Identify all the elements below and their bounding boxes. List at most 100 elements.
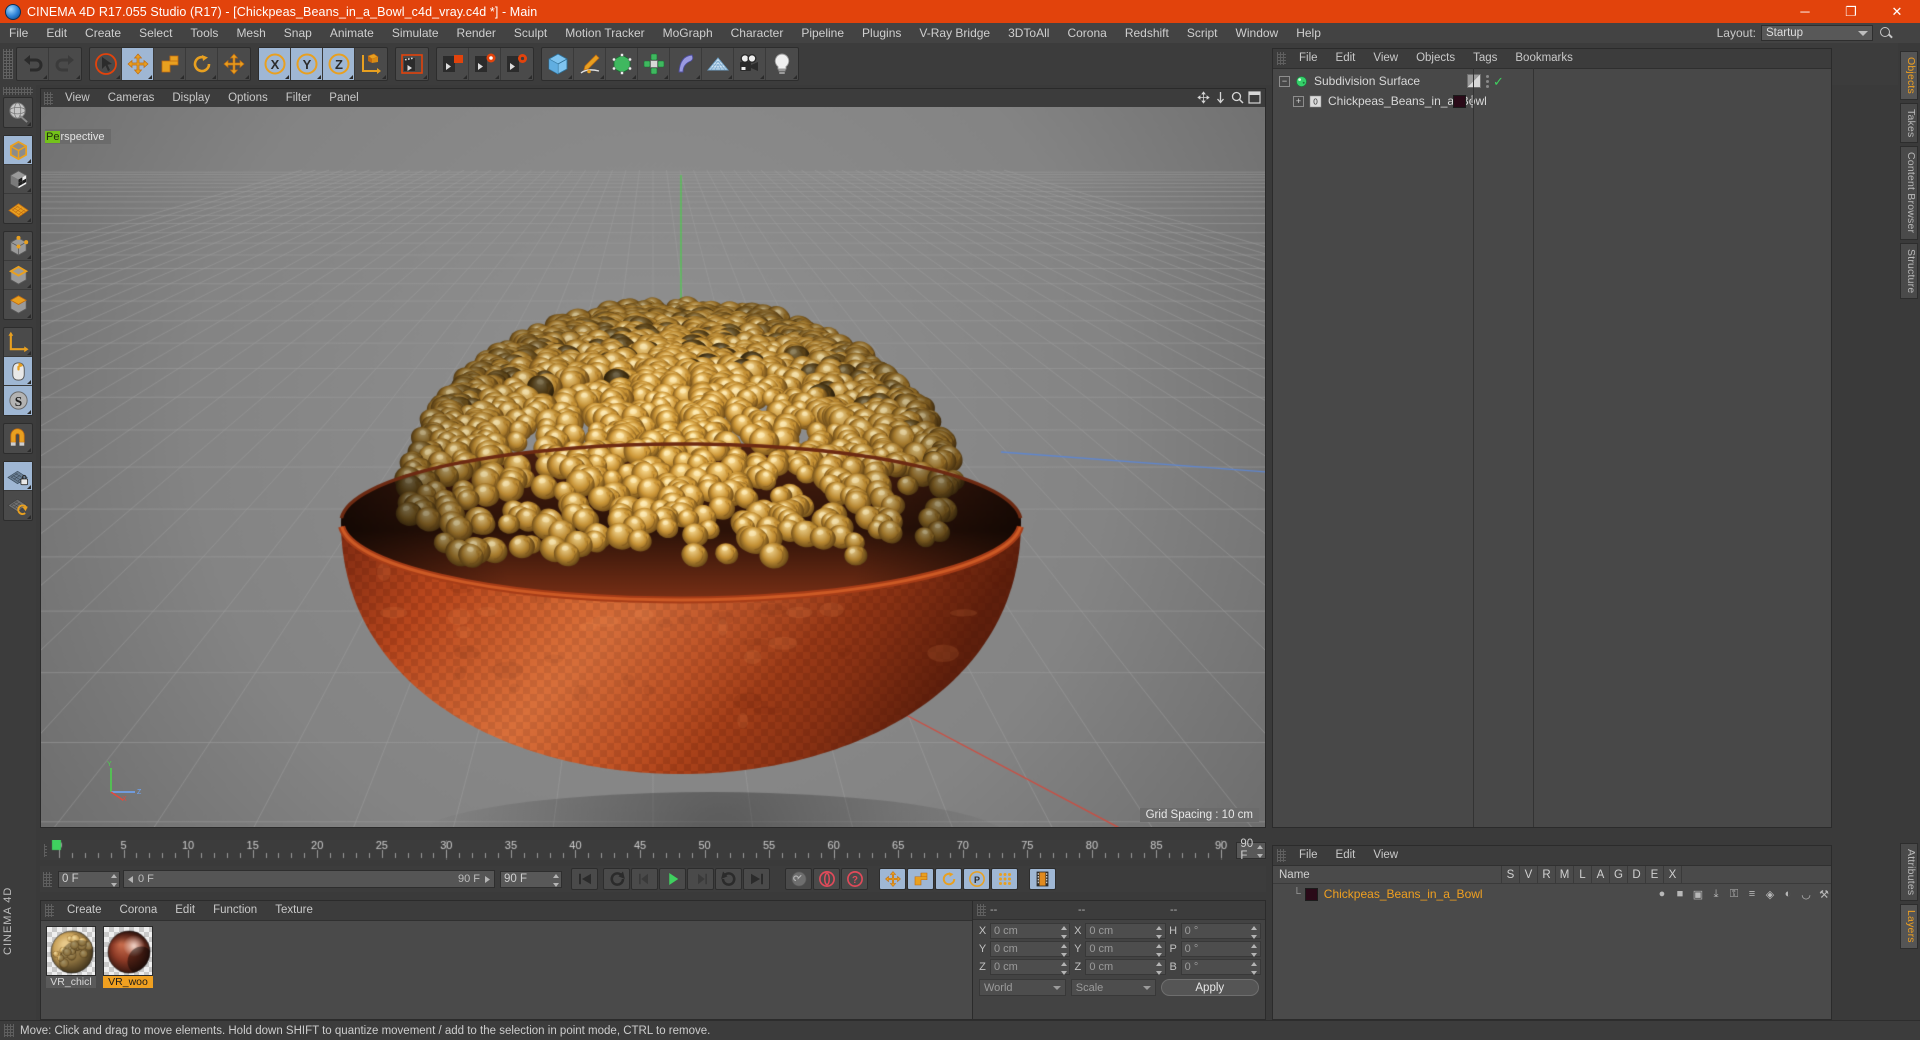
close-button[interactable]: ✕	[1874, 0, 1920, 23]
stepper-icon[interactable]	[1251, 962, 1258, 975]
material-list[interactable]: VR_chicl VR_woo	[41, 920, 989, 1019]
menu-item-v-ray-bridge[interactable]: V-Ray Bridge	[910, 23, 999, 43]
add-environment-button[interactable]	[702, 48, 734, 80]
solo-dot-icon[interactable]: ●	[1653, 888, 1671, 900]
render-clapper-icon[interactable]: ▣	[1689, 888, 1707, 901]
left-toolbar-grip[interactable]	[3, 87, 33, 95]
material-menu-edit[interactable]: Edit	[166, 901, 204, 920]
material-menu-corona[interactable]: Corona	[111, 901, 167, 920]
object-manager-menu-tags[interactable]: Tags	[1464, 49, 1506, 68]
stepper-icon[interactable]	[1256, 845, 1263, 858]
timeline-end-field[interactable]: 90 F	[1236, 842, 1266, 859]
pos-z-field[interactable]: 0 cm	[990, 959, 1070, 975]
material-preview-swatch[interactable]	[46, 926, 96, 976]
menu-item-mesh[interactable]: Mesh	[227, 23, 274, 43]
minimize-button[interactable]: ─	[1782, 0, 1828, 23]
menu-item-sculpt[interactable]: Sculpt	[505, 23, 556, 43]
object-manager-tree[interactable]: − Subdivision Surface ✓ +0 Chickpeas_Beans_i…	[1273, 68, 1831, 827]
make-editable-button[interactable]	[4, 98, 32, 127]
planar-workplane-button[interactable]	[4, 491, 32, 520]
redo-button[interactable]	[49, 48, 81, 80]
rot-p-field[interactable]: 0 °	[1181, 941, 1261, 957]
texture-mode-button[interactable]	[4, 165, 32, 194]
layer-color-swatch[interactable]	[1305, 888, 1318, 901]
viewport-camera-label[interactable]: Pe rspective	[45, 129, 111, 144]
animation-icon[interactable]: ≡	[1743, 888, 1761, 900]
viewport-menu-filter[interactable]: Filter	[277, 89, 321, 107]
point-mode-button[interactable]	[4, 232, 32, 261]
toolbar-grip[interactable]	[3, 49, 13, 79]
axis-x-button[interactable]: X	[259, 48, 291, 80]
viewport-maximize-icon[interactable]	[1248, 91, 1261, 104]
coordinate-manager-grip[interactable]	[977, 904, 986, 916]
scale-button[interactable]	[154, 48, 186, 80]
menu-item-character[interactable]: Character	[722, 23, 793, 43]
tab-structure[interactable]: Structure	[1900, 243, 1918, 299]
magnet-button[interactable]	[4, 424, 32, 453]
stepper-icon[interactable]	[1060, 926, 1067, 939]
stepper-icon[interactable]	[552, 874, 559, 887]
size-y-field[interactable]: 0 cm	[1085, 941, 1165, 957]
keyframe-selection-button[interactable]: ?	[841, 868, 868, 890]
stepper-icon[interactable]	[1156, 944, 1163, 957]
add-deformer-button[interactable]	[670, 48, 702, 80]
range-left-arrow-icon[interactable]	[126, 875, 135, 884]
rotation-key-button[interactable]	[935, 868, 962, 890]
menu-item-script[interactable]: Script	[1178, 23, 1227, 43]
material-menu-create[interactable]: Create	[58, 901, 111, 920]
stepper-icon[interactable]	[1251, 926, 1258, 939]
live-selection-button[interactable]	[90, 48, 122, 80]
stepper-icon[interactable]	[1060, 962, 1067, 975]
expression-icon[interactable]: ◡	[1797, 888, 1815, 901]
add-generator-button[interactable]	[606, 48, 638, 80]
menu-item-plugins[interactable]: Plugins	[853, 23, 910, 43]
range-right-arrow-icon[interactable]	[483, 875, 492, 884]
deformer-icon[interactable]: ◐	[1779, 888, 1797, 900]
add-camera-button[interactable]	[734, 48, 766, 80]
menu-item-mograph[interactable]: MoGraph	[654, 23, 722, 43]
move-extra-button[interactable]	[218, 48, 250, 80]
menu-item-corona[interactable]: Corona	[1058, 23, 1115, 43]
axis-y-button[interactable]: Y	[291, 48, 323, 80]
move-button[interactable]	[122, 48, 154, 80]
stepper-icon[interactable]	[1060, 944, 1067, 957]
workplane-mode-button[interactable]	[4, 194, 32, 223]
polygon-mode-button[interactable]	[4, 290, 32, 319]
viewport-move-icon[interactable]	[1197, 91, 1210, 104]
material-menu-function[interactable]: Function	[204, 901, 266, 920]
object-row[interactable]: +0 Chickpeas_Beans_in_a_Bowl	[1273, 91, 1831, 111]
stepper-icon[interactable]	[1156, 926, 1163, 939]
next-key-button[interactable]	[715, 868, 742, 890]
soft-selection-button[interactable]: S	[4, 386, 32, 415]
current-frame-field[interactable]: 0 F	[58, 871, 120, 888]
world-object-axis-button[interactable]	[355, 48, 387, 80]
menu-item-render[interactable]: Render	[448, 23, 505, 43]
generator-icon[interactable]: ◈	[1761, 888, 1779, 901]
menu-item-motion-tracker[interactable]: Motion Tracker	[556, 23, 653, 43]
layer-row[interactable]: └ Chickpeas_Beans_in_a_Bowl ● ■ ▣ ⤓ ⚿ ≡ ◈ ◐ ◡ ⚒	[1273, 884, 1831, 904]
menu-item-snap[interactable]: Snap	[275, 23, 321, 43]
object-axis-button[interactable]	[4, 328, 32, 357]
viewport-menu-display[interactable]: Display	[163, 89, 219, 107]
axis-z-button[interactable]: Z	[323, 48, 355, 80]
tab-takes[interactable]: Takes	[1900, 103, 1918, 143]
render-region-button[interactable]	[437, 48, 469, 80]
maximize-button[interactable]: ❐	[1828, 0, 1874, 23]
menu-item-window[interactable]: Window	[1227, 23, 1288, 43]
record-active-objects-button[interactable]	[813, 868, 840, 890]
viewport-menu-options[interactable]: Options	[219, 89, 277, 107]
search-icon[interactable]	[1878, 25, 1894, 41]
apply-button[interactable]: Apply	[1161, 979, 1259, 996]
layer-manager-menu-edit[interactable]: Edit	[1327, 846, 1365, 865]
render-picture-viewer-button[interactable]	[469, 48, 501, 80]
expander-icon[interactable]: −	[1279, 76, 1290, 87]
point-level-key-button[interactable]	[991, 868, 1018, 890]
size-z-field[interactable]: 0 cm	[1085, 959, 1165, 975]
enabled-check-icon[interactable]: ✓	[1493, 75, 1504, 88]
material-item[interactable]: VR_chicl	[46, 926, 96, 1014]
pos-x-field[interactable]: 0 cm	[990, 923, 1070, 939]
viewport-zoom-icon[interactable]	[1231, 91, 1244, 104]
animation-bar-grip[interactable]	[43, 872, 52, 887]
object-manager-grip[interactable]	[1277, 52, 1286, 65]
menu-item-3dtoall[interactable]: 3DToAll	[999, 23, 1058, 43]
